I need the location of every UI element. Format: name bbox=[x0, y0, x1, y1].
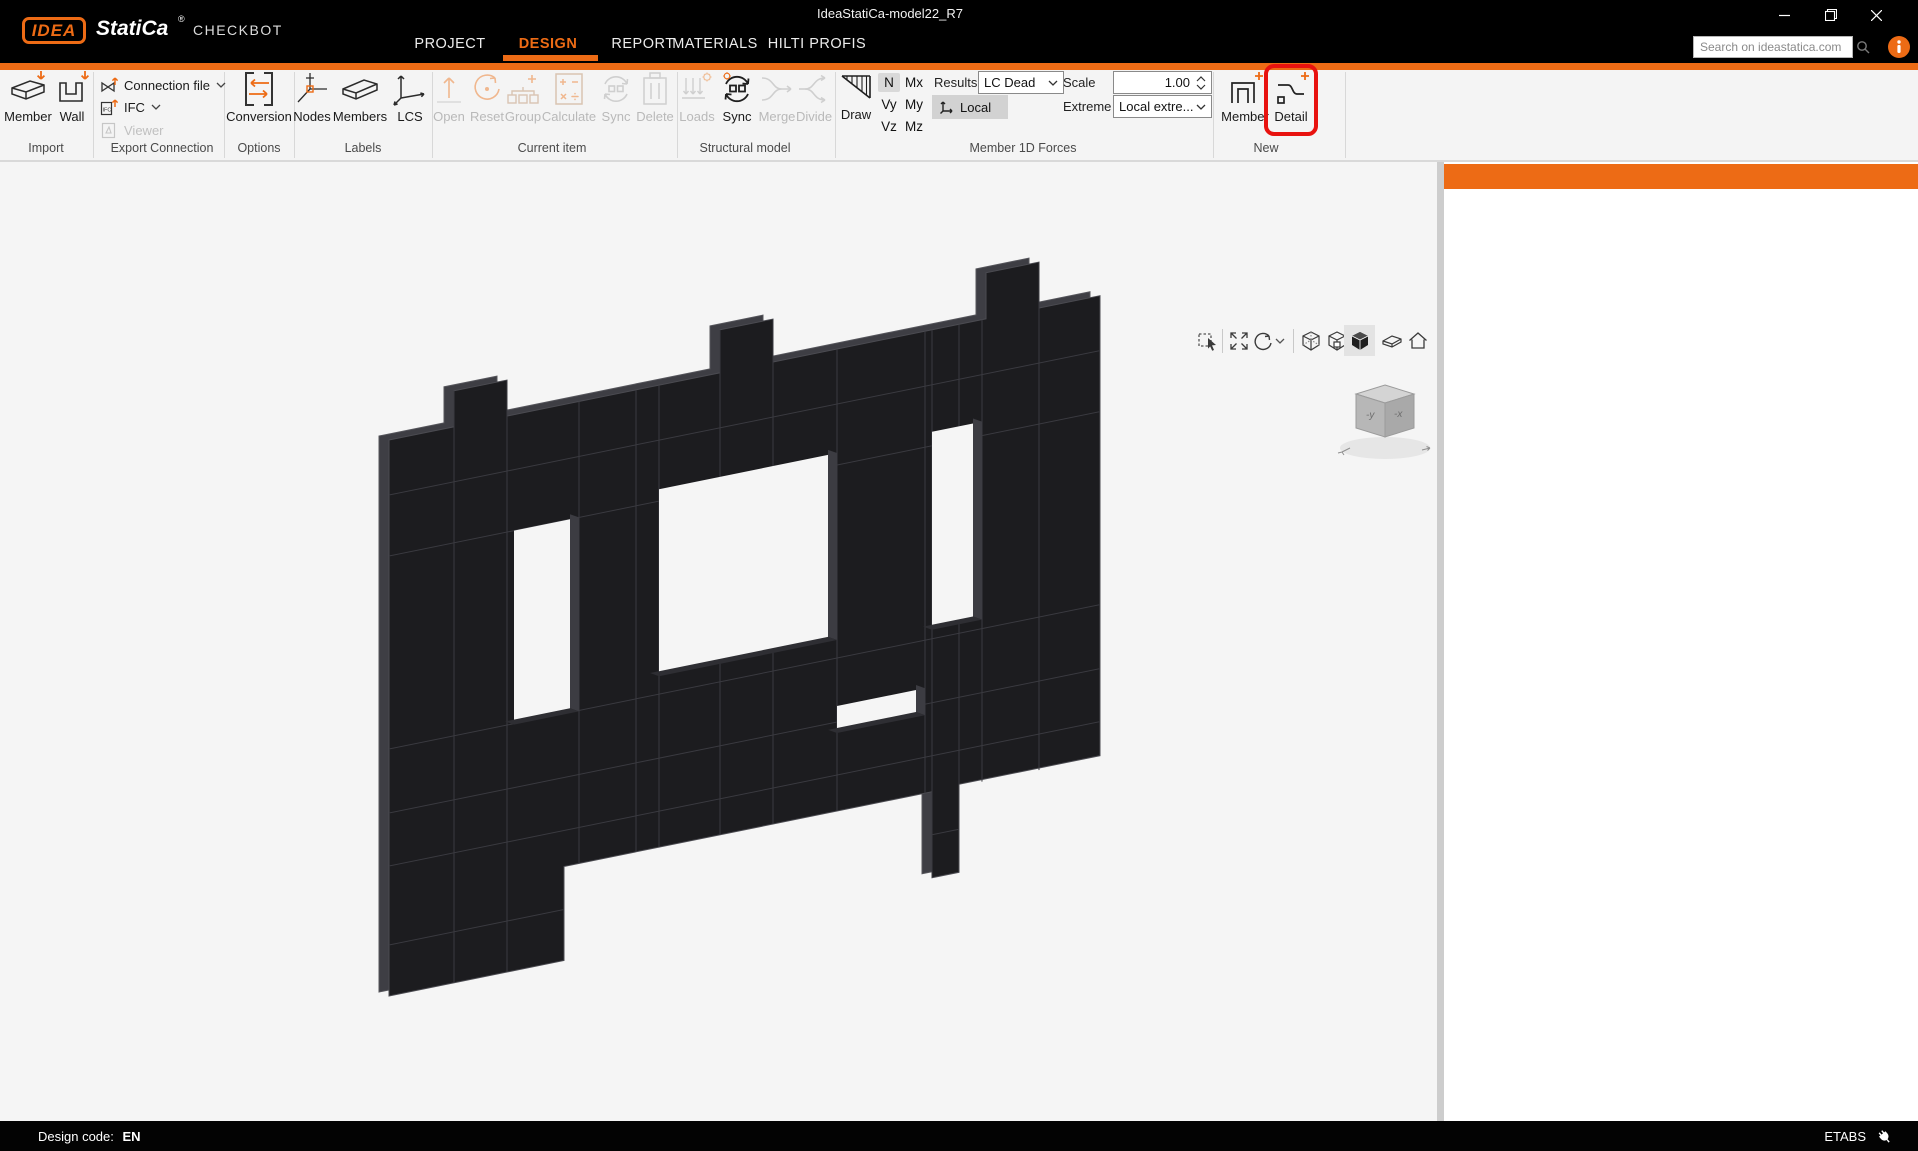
extreme-select[interactable]: Local extre... bbox=[1113, 95, 1212, 118]
app-window: IDEA StatiCa ® CHECKBOT IdeaStatiCa-mode… bbox=[0, 0, 1918, 1151]
local-axes-icon bbox=[939, 99, 955, 115]
nodes-icon bbox=[293, 70, 331, 108]
export-connection-file-item[interactable]: Connection file bbox=[100, 76, 226, 94]
force-component-vy[interactable]: Vy bbox=[878, 95, 900, 114]
group-title-current-item: Current item bbox=[518, 141, 587, 155]
scale-stepper[interactable]: 1.00 bbox=[1113, 71, 1212, 94]
svg-text:IFC: IFC bbox=[103, 107, 112, 113]
chevron-down-icon bbox=[1048, 80, 1058, 86]
group-separator bbox=[1345, 72, 1346, 158]
force-component-mx[interactable]: Mx bbox=[903, 73, 925, 92]
model-viewport[interactable]: -y -x bbox=[0, 162, 1437, 1121]
right-panel bbox=[1444, 162, 1918, 1121]
toolbar-separator bbox=[1293, 329, 1294, 353]
local-toggle-button[interactable]: Local bbox=[932, 95, 1008, 119]
tab-report[interactable]: REPORT bbox=[611, 36, 674, 52]
search-box[interactable] bbox=[1693, 36, 1853, 58]
force-component-my[interactable]: My bbox=[903, 95, 925, 114]
info-icon[interactable] bbox=[1888, 36, 1910, 58]
new-detail-button[interactable]: Detail bbox=[1259, 70, 1323, 124]
group-title-labels: Labels bbox=[345, 141, 382, 155]
idea-logo: IDEA bbox=[22, 17, 86, 44]
group-title-new: New bbox=[1253, 141, 1278, 155]
product-name: CHECKBOT bbox=[193, 22, 283, 38]
plug-icon bbox=[1874, 1127, 1894, 1145]
select-tool-icon[interactable] bbox=[1197, 330, 1219, 352]
tab-hilti-profis[interactable]: HILTI PROFIS bbox=[768, 36, 866, 52]
results-select[interactable]: LC Dead bbox=[978, 71, 1064, 94]
registered-mark: ® bbox=[178, 14, 185, 24]
new-detail-icon bbox=[1271, 70, 1311, 108]
toolbar-separator bbox=[1222, 329, 1223, 353]
ribbon-accent-line bbox=[0, 63, 1918, 70]
conversion-icon bbox=[241, 70, 277, 108]
scale-label: Scale bbox=[1063, 75, 1096, 90]
group-title-structural-model: Structural model bbox=[699, 141, 790, 155]
members-icon bbox=[339, 70, 381, 108]
clipping-view-icon[interactable] bbox=[1381, 330, 1403, 352]
model-3d-wall[interactable] bbox=[0, 162, 1437, 1121]
extreme-label: Extreme bbox=[1063, 99, 1111, 114]
active-tab-underline bbox=[503, 55, 598, 61]
statica-logo-text: StatiCa bbox=[96, 17, 168, 41]
restore-button[interactable] bbox=[1808, 0, 1853, 30]
export-viewer-item[interactable]: Viewer bbox=[100, 121, 164, 139]
tab-materials[interactable]: MATERIALS bbox=[672, 36, 758, 52]
window-title: IdeaStatiCa-model22_R7 bbox=[817, 6, 963, 21]
calculate-icon bbox=[550, 70, 588, 108]
wall-icon bbox=[52, 70, 92, 108]
design-code-value: EN bbox=[123, 1129, 141, 1144]
search-input[interactable] bbox=[1694, 40, 1855, 54]
viewer-icon bbox=[100, 122, 118, 139]
ribbon: Member Wall Import Connection file IFC I… bbox=[0, 70, 1918, 162]
force-component-vz[interactable]: Vz bbox=[878, 117, 900, 136]
chevron-down-icon bbox=[1196, 104, 1206, 110]
right-panel-header-bar bbox=[1444, 164, 1918, 189]
ifc-file-icon: IFC bbox=[100, 99, 118, 116]
panel-divider[interactable] bbox=[1437, 162, 1444, 1121]
rotate-view-icon[interactable] bbox=[1252, 330, 1274, 352]
export-ifc-item[interactable]: IFC IFC bbox=[100, 98, 161, 116]
shaded-view-icon[interactable] bbox=[1349, 330, 1371, 352]
tab-design[interactable]: DESIGN bbox=[519, 36, 578, 52]
group-title-options: Options bbox=[237, 141, 280, 155]
group-title-export-connection: Export Connection bbox=[111, 141, 214, 155]
design-code-status: Design code: EN bbox=[38, 1129, 141, 1144]
chevron-down-icon bbox=[216, 82, 226, 88]
home-view-icon[interactable] bbox=[1407, 330, 1429, 352]
tab-project[interactable]: PROJECT bbox=[414, 36, 485, 52]
view-cube-face-left-label: -y bbox=[1366, 410, 1375, 421]
group-title-import: Import bbox=[28, 141, 63, 155]
connection-export-icon bbox=[100, 77, 118, 94]
title-bar: IDEA StatiCa ® CHECKBOT IdeaStatiCa-mode… bbox=[0, 0, 1918, 63]
group-title-member-1d-forces: Member 1D Forces bbox=[970, 141, 1077, 155]
zoom-extents-icon[interactable] bbox=[1228, 330, 1250, 352]
wireframe-view-icon[interactable] bbox=[1300, 330, 1322, 352]
results-label: Results bbox=[934, 75, 977, 90]
force-component-mz[interactable]: Mz bbox=[903, 117, 925, 136]
view-cube-face-right-label: -x bbox=[1394, 409, 1403, 420]
close-button[interactable] bbox=[1854, 0, 1899, 30]
view-cube[interactable]: -y -x bbox=[1330, 368, 1442, 464]
plugin-status: ETABS bbox=[1824, 1127, 1894, 1145]
force-component-n[interactable]: N bbox=[878, 73, 900, 92]
import-wall-button[interactable]: Wall bbox=[40, 70, 104, 124]
status-bar: Design code: EN ETABS bbox=[0, 1121, 1918, 1151]
rotate-options-chevron-icon[interactable] bbox=[1274, 330, 1286, 352]
draw-forces-icon bbox=[838, 70, 874, 106]
search-icon[interactable] bbox=[1855, 39, 1871, 55]
spinner-up-down-icon[interactable] bbox=[1196, 75, 1206, 91]
minimize-button[interactable] bbox=[1762, 0, 1807, 30]
chevron-down-icon bbox=[151, 104, 161, 110]
